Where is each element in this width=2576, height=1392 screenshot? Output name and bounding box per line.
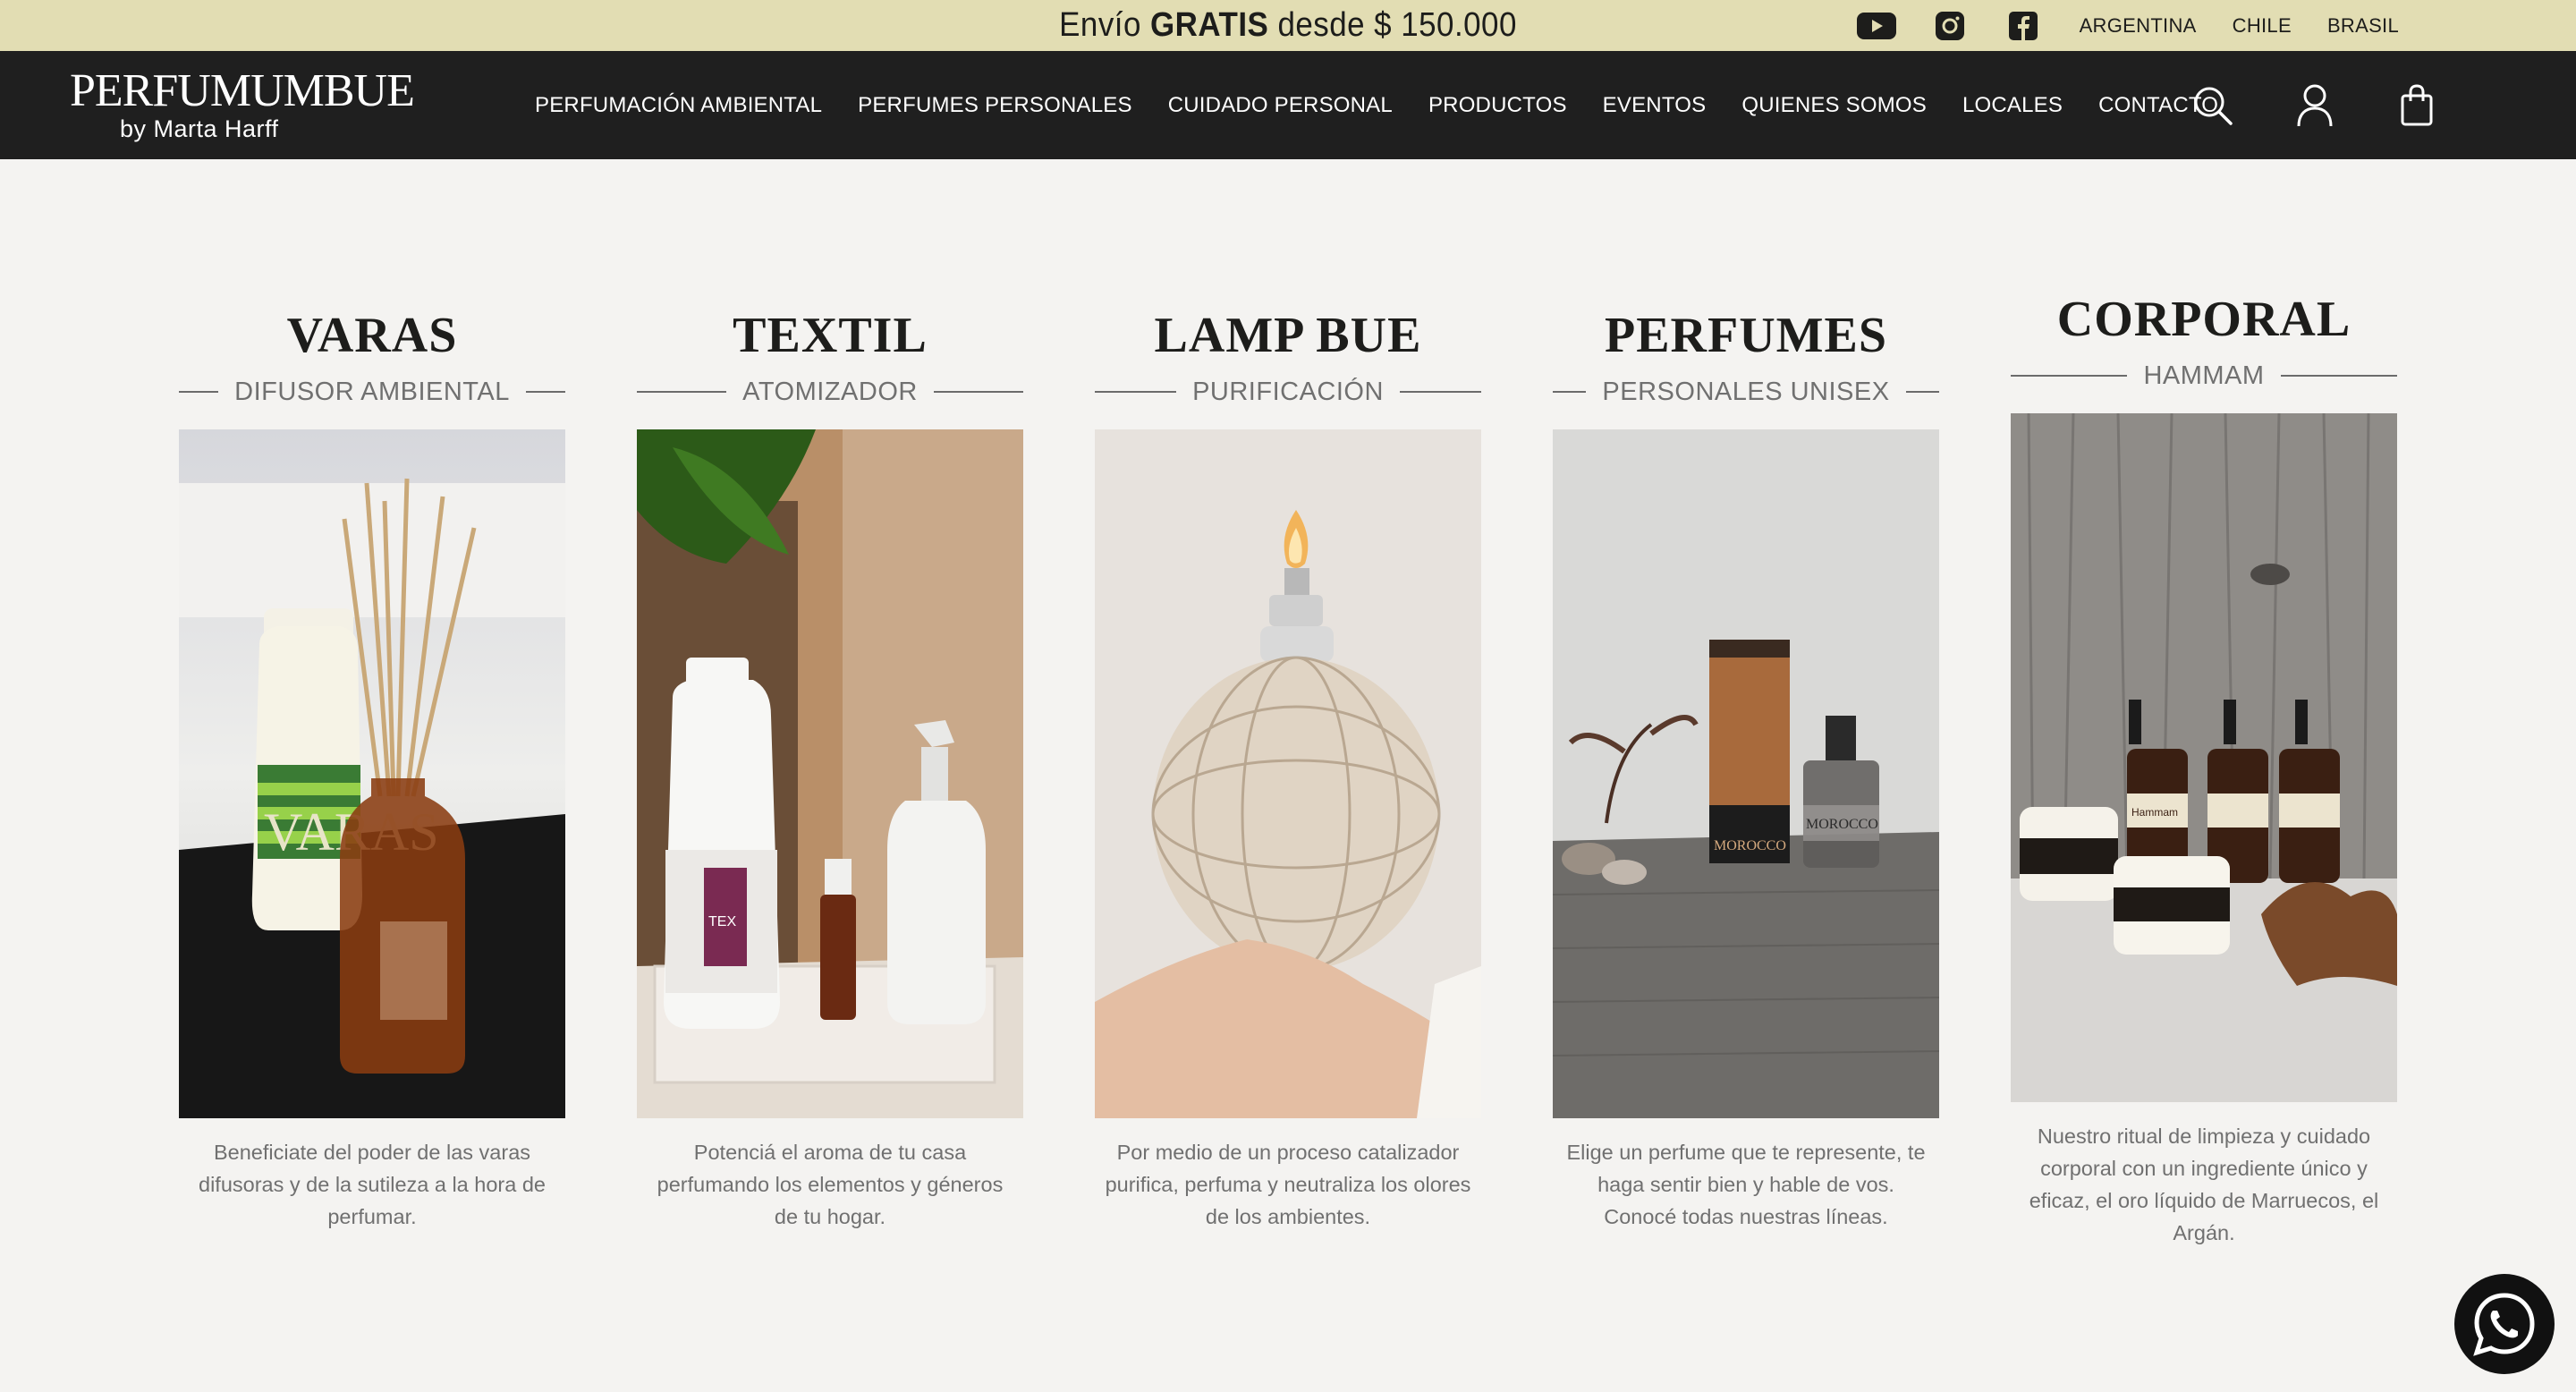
- promo-suffix: desde $ 150.000: [1268, 6, 1517, 44]
- card-description: Potenciá el aroma de tu casa perfumando …: [657, 1141, 1004, 1228]
- card-subtitle-text: PERSONALES UNISEX: [1602, 377, 1890, 406]
- cart-icon[interactable]: [2392, 81, 2442, 131]
- menu-quienes-somos[interactable]: QUIENES SOMOS: [1741, 93, 1927, 118]
- card-description: Beneficiate del poder de las varas difus…: [199, 1141, 546, 1228]
- perfume-label-2: MOROCCO: [1806, 817, 1878, 832]
- logo-main: PERFUMUMBUE: [70, 65, 415, 116]
- menu-eventos[interactable]: EVENTOS: [1603, 93, 1707, 118]
- divider: [525, 391, 565, 393]
- card-subtitle: PERSONALES UNISEX: [1553, 376, 1939, 408]
- card-subtitle: HAMMAM: [2011, 360, 2398, 392]
- nav-icons: [2136, 51, 2442, 159]
- corporal-photo[interactable]: Hammam: [2011, 413, 2397, 1102]
- card-perfumes[interactable]: PERFUMES PERSONALES UNISEX MOROCCO MOROC…: [1553, 308, 1939, 1233]
- card-corporal[interactable]: CORPORAL HAMMAM Hammam Nuestro ritual de…: [2011, 292, 2398, 1249]
- perfume-label-1: MOROCCO: [1714, 838, 1786, 853]
- textil-photo[interactable]: TEX: [637, 429, 1023, 1118]
- card-title: TEXTIL: [733, 308, 928, 363]
- card-textil[interactable]: TEXTIL ATOMIZADOR TEX Potenciá el aroma …: [637, 308, 1023, 1233]
- card-subtitle-text: PURIFICACIÓN: [1192, 377, 1384, 406]
- card-title: LAMP BUE: [1154, 308, 1422, 363]
- youtube-icon[interactable]: [1856, 11, 1897, 41]
- promo-bar: Envío GRATIS desde $ 150.000 ARGENTINA C…: [0, 0, 2576, 51]
- card-description: Por medio de un proceso catalizador puri…: [1105, 1141, 1471, 1228]
- perfumes-photo[interactable]: MOROCCO MOROCCO: [1553, 429, 1939, 1118]
- promo-prefix: Envío: [1059, 6, 1151, 44]
- card-description: Nuestro ritual de limpieza y cuidado cor…: [2029, 1125, 2379, 1244]
- instagram-icon[interactable]: [1929, 11, 1970, 41]
- card-subtitle-text: ATOMIZADOR: [742, 377, 918, 406]
- menu-productos[interactable]: PRODUCTOS: [1428, 93, 1567, 118]
- divider: [1905, 391, 1939, 393]
- main-nav: PERFUMUMBUE by Marta Harff PERFUMACIÓN A…: [0, 51, 2576, 159]
- divider: [1553, 391, 1587, 393]
- facebook-icon[interactable]: [2003, 11, 2044, 41]
- divider: [179, 391, 219, 393]
- whatsapp-icon[interactable]: [2454, 1274, 2555, 1374]
- card-varas[interactable]: VARAS DIFUSOR AMBIENTAL VARAS Beneficiat…: [179, 308, 565, 1233]
- divider: [1399, 391, 1481, 393]
- hammam-label: Hammam: [2131, 806, 2178, 819]
- divider: [933, 391, 1023, 393]
- lamp-bue-photo[interactable]: [1095, 429, 1481, 1118]
- user-icon[interactable]: [2290, 81, 2340, 131]
- card-description: Elige un perfume que te represente, te h…: [1566, 1141, 1926, 1228]
- logo[interactable]: PERFUMUMBUE by Marta Harff: [70, 65, 415, 146]
- logo-sub: by Marta Harff: [120, 115, 279, 142]
- card-subtitle: DIFUSOR AMBIENTAL: [179, 376, 565, 408]
- card-lamp-bue[interactable]: LAMP BUE PURIFICACIÓN Por medio de un pr…: [1095, 308, 1481, 1233]
- card-title: PERFUMES: [1605, 308, 1887, 363]
- menu-perfumes-personales[interactable]: PERFUMES PERSONALES: [858, 93, 1132, 118]
- menu-cuidado-personal[interactable]: CUIDADO PERSONAL: [1168, 93, 1393, 118]
- divider: [1095, 391, 1177, 393]
- card-subtitle-text: HAMMAM: [2143, 361, 2265, 390]
- country-chile[interactable]: CHILE: [2233, 14, 2292, 38]
- search-icon[interactable]: [2188, 81, 2238, 131]
- menu: PERFUMACIÓN AMBIENTAL PERFUMES PERSONALE…: [535, 51, 2254, 159]
- menu-locales[interactable]: LOCALES: [1962, 93, 2063, 118]
- card-subtitle: PURIFICACIÓN: [1095, 376, 1481, 408]
- country-brasil[interactable]: BRASIL: [2327, 14, 2399, 38]
- top-right-links: ARGENTINA CHILE BRASIL: [1856, 0, 2399, 51]
- card-title: VARAS: [286, 308, 458, 363]
- promo-bold: GRATIS: [1150, 6, 1269, 44]
- divider: [2280, 375, 2398, 377]
- card-subtitle: ATOMIZADOR: [637, 376, 1023, 408]
- divider: [2011, 375, 2128, 377]
- menu-perfumacion-ambiental[interactable]: PERFUMACIÓN AMBIENTAL: [535, 93, 822, 118]
- divider: [637, 391, 727, 393]
- varas-photo[interactable]: VARAS: [179, 429, 565, 1118]
- card-title: CORPORAL: [2056, 292, 2351, 347]
- textil-label: TEX: [708, 914, 736, 929]
- country-argentina[interactable]: ARGENTINA: [2080, 14, 2197, 38]
- card-subtitle-text: DIFUSOR AMBIENTAL: [234, 377, 510, 406]
